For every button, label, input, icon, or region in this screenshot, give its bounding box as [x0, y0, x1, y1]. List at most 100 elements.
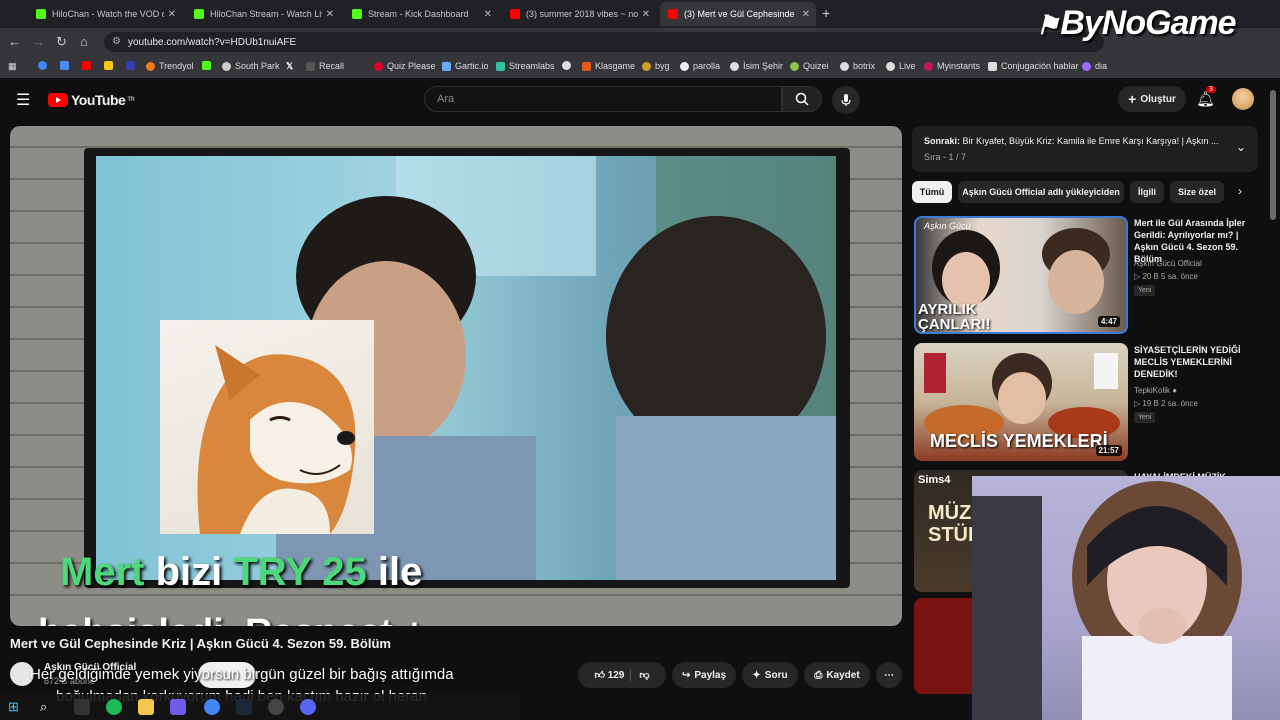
bookmark-icon-only[interactable] — [126, 61, 139, 70]
dislike-button[interactable]: 👎︎ — [630, 669, 650, 681]
create-button[interactable]: + Oluştur — [1118, 86, 1186, 112]
apps-icon[interactable]: ▦ — [8, 61, 17, 72]
bookmark-icon-only[interactable] — [562, 61, 575, 70]
video-player[interactable]: Mert bizi TRY 25 ile bahşişledi, Respect… — [10, 126, 902, 626]
chip-for-you[interactable]: Size özel — [1170, 181, 1224, 203]
youtube-icon — [668, 9, 678, 19]
file-explorer-icon[interactable] — [138, 699, 154, 715]
close-icon[interactable]: ✕ — [642, 9, 650, 20]
recommendation-channel[interactable]: TepkiKolik ● — [1134, 386, 1177, 395]
recommendation-channel[interactable]: Aşkın Gücü Official — [1134, 259, 1202, 268]
bookmark-kick-icon[interactable] — [202, 61, 215, 70]
bookmark-x-icon[interactable]: 𝕏 — [286, 61, 293, 72]
bookmark-streamlabs[interactable]: Streamlabs — [496, 61, 555, 71]
save-button[interactable]: ⎙ Kaydet — [804, 662, 870, 688]
close-icon[interactable]: ✕ — [326, 9, 334, 20]
voice-search-button[interactable] — [832, 86, 860, 114]
search-icon[interactable]: ⌕ — [40, 699, 56, 715]
bookmark-icon-only[interactable] — [38, 61, 51, 70]
bookmark-icon-only[interactable] — [60, 61, 73, 70]
steam-icon[interactable] — [236, 699, 252, 715]
search-input[interactable]: Ara — [424, 86, 782, 112]
chip-uploader[interactable]: Aşkın Gücü Official adlı yükleyiciden — [958, 181, 1124, 203]
menu-icon[interactable]: ☰ — [16, 90, 30, 110]
video-duration: 4:47 — [1097, 316, 1120, 327]
more-actions-button[interactable]: ⋯ — [876, 662, 902, 688]
search-button[interactable] — [782, 86, 822, 112]
browser-tab[interactable]: HiloChan Stream - Watch Live ✕ — [186, 2, 340, 26]
browser-tab-active[interactable]: (3) Mert ve Gül Cephesinde Kriz ✕ — [660, 2, 816, 26]
new-badge: Yeni — [1134, 285, 1156, 296]
chevron-down-icon[interactable]: ⌄ — [1236, 140, 1246, 154]
ask-button[interactable]: ✦ Soru — [742, 662, 798, 688]
browser-tab[interactable]: HiloChan - Watch the VOD on ✕ — [28, 2, 182, 26]
bookmark-quiz-please[interactable]: Quiz Please — [374, 61, 436, 71]
share-button[interactable]: ↪ Paylaş — [672, 662, 736, 688]
playlist-panel[interactable]: Sonraki: Bir Kıyafet, Büyük Kriz: Kamila… — [912, 126, 1258, 172]
like-button[interactable]: 👍︎ 129 — [594, 669, 624, 681]
bookmark-south-park[interactable]: South Park — [222, 61, 280, 71]
recommendation-title[interactable]: SİYASETÇİLERİN YEDİĞİ MECLİS YEMEKLERİNİ… — [1134, 344, 1264, 380]
dog-image-overlay — [160, 320, 374, 534]
bookmark-trendyol[interactable]: Trendyol — [146, 61, 194, 71]
stream-alert-line2: bahşişledi, Respect + — [38, 612, 426, 626]
chrome-icon[interactable] — [204, 699, 220, 715]
discord-icon[interactable] — [300, 699, 316, 715]
bookmark-byg[interactable]: byg — [642, 61, 670, 71]
bookmark-live[interactable]: Live — [886, 61, 916, 71]
kick-icon — [36, 9, 46, 19]
taskview-icon[interactable] — [74, 699, 90, 715]
bookmark-icon-only[interactable] — [82, 61, 95, 70]
close-icon[interactable]: ✕ — [484, 9, 492, 20]
bookmark-dia[interactable]: dia — [1082, 61, 1107, 71]
tab-title: HiloChan - Watch the VOD on — [52, 9, 164, 19]
recommendation-thumbnail[interactable]: Aşkın Gücü AYRILIK ÇANLARI! 4:47 — [914, 216, 1128, 334]
tab-title: Stream - Kick Dashboard — [368, 9, 469, 19]
bookmark-recall[interactable]: Recall — [306, 61, 344, 71]
bookmark-icon-only[interactable] — [104, 61, 117, 70]
chip-all[interactable]: Tümü — [912, 181, 952, 203]
youtube-logo[interactable]: YouTube TR — [48, 92, 135, 108]
recommendation-thumbnail[interactable]: MECLİS YEMEKLERİ 21:57 — [914, 343, 1128, 461]
url-text: youtube.com/watch?v=HDUb1nuiAFE — [128, 36, 297, 48]
recommendation-title[interactable]: Mert ile Gül Arasında İpler Gerildi: Ayr… — [1134, 217, 1264, 265]
spotify-icon[interactable] — [106, 699, 122, 715]
app-icon[interactable] — [170, 699, 186, 715]
video-title: Mert ve Gül Cephesinde Kriz | Aşkın Gücü… — [10, 636, 391, 651]
scrollbar[interactable] — [1270, 90, 1276, 220]
home-icon[interactable]: ⌂ — [80, 34, 88, 50]
bookmark-parolla[interactable]: parolla — [680, 61, 720, 71]
bookmark-isim-sehir[interactable]: İsim Şehir — [730, 61, 783, 71]
chevron-right-icon[interactable]: › — [1238, 184, 1242, 198]
youtube-play-icon — [48, 93, 68, 107]
avatar[interactable] — [1232, 88, 1254, 110]
bell-icon: 🔔︎ — [1196, 91, 1216, 108]
bynogame-logo-icon: ⚑ — [1036, 10, 1059, 40]
bookmark-gartic[interactable]: Gartic.io — [442, 61, 489, 71]
new-tab-icon[interactable]: + — [822, 5, 830, 21]
obs-icon[interactable] — [268, 699, 284, 715]
bookmark-myinstants[interactable]: Myinstants — [924, 61, 980, 71]
site-info-icon[interactable]: ⚙ — [112, 36, 121, 47]
kick-icon — [194, 9, 204, 19]
notification-badge: 3 — [1206, 86, 1216, 93]
notifications-button[interactable]: 🔔︎ 3 — [1196, 86, 1216, 109]
bynogame-watermark: ⚑ByNoGame — [1036, 4, 1237, 42]
browser-tab[interactable]: Stream - Kick Dashboard ✕ — [344, 2, 498, 26]
browser-tab[interactable]: (3) summer 2018 vibes ~ nosta ✕ — [502, 2, 656, 26]
forward-icon[interactable]: → — [32, 34, 45, 50]
close-icon[interactable]: ✕ — [802, 9, 810, 20]
address-bar[interactable]: ⚙ youtube.com/watch?v=HDUb1nuiAFE — [104, 32, 1104, 52]
close-icon[interactable]: ✕ — [168, 9, 176, 20]
bookmark-botrix[interactable]: botrix — [840, 61, 875, 71]
reload-icon[interactable]: ↻ — [56, 34, 67, 50]
bookmark-quizei[interactable]: Quizei — [790, 61, 829, 71]
back-icon[interactable]: ← — [8, 34, 21, 50]
bookmark-conjugacion[interactable]: Conjugación hablar — [988, 61, 1079, 71]
windows-start-icon[interactable]: ⊞ — [8, 699, 24, 715]
like-dislike-group: 👍︎ 129 👎︎ — [578, 662, 666, 688]
bookmark-klasgame[interactable]: Klasgame — [582, 61, 635, 71]
chip-related[interactable]: İlgili — [1130, 181, 1164, 203]
windows-taskbar: ⊞ ⌕ — [0, 694, 520, 720]
streamer-webcam — [972, 476, 1280, 720]
